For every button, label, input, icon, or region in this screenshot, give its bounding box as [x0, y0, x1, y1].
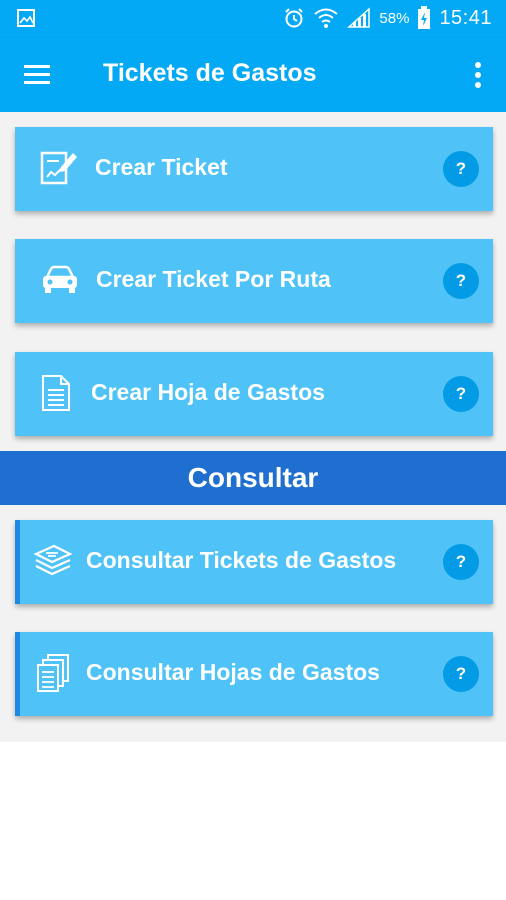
create-expense-sheet-label: Crear Hoja de Gastos [91, 379, 325, 405]
section-title: Consultar [187, 462, 319, 493]
stacked-documents-icon [37, 654, 69, 692]
create-route-ticket-label: Crear Ticket Por Ruta [96, 266, 331, 292]
section-header: Consultar [0, 451, 506, 505]
page-title: Tickets de Gastos [103, 59, 317, 87]
create-ticket-label: Crear Ticket [95, 154, 228, 180]
wifi-icon [314, 8, 339, 28]
query-expense-sheets-button[interactable]: Consultar Hojas de Gastos ? [15, 632, 493, 716]
help-button[interactable]: ? [443, 656, 479, 692]
app-bar: Tickets de Gastos [0, 38, 506, 112]
document-icon [42, 375, 70, 411]
hamburger-menu-icon[interactable] [22, 62, 54, 88]
help-button[interactable]: ? [443, 151, 479, 187]
help-button[interactable]: ? [443, 263, 479, 299]
create-route-ticket-button[interactable]: Crear Ticket Por Ruta ? [15, 239, 493, 323]
signal-icon [347, 7, 371, 28]
more-vertical-icon[interactable] [468, 58, 488, 92]
create-expense-sheet-button[interactable]: Crear Hoja de Gastos ? [15, 352, 493, 436]
stacked-tickets-icon [33, 544, 73, 576]
create-ticket-button[interactable]: Crear Ticket ? [15, 127, 493, 211]
help-button[interactable]: ? [443, 544, 479, 580]
gallery-icon [17, 9, 35, 27]
query-tickets-button[interactable]: Consultar Tickets de Gastos ? [15, 520, 493, 604]
car-icon [43, 265, 77, 293]
alarm-icon [285, 8, 304, 28]
edit-document-icon [40, 151, 77, 185]
status-bar: 58% 15:41 [0, 0, 506, 38]
query-expense-sheets-label: Consultar Hojas de Gastos [86, 659, 380, 685]
help-button[interactable]: ? [443, 376, 479, 412]
battery-percent: 58% [379, 9, 410, 27]
battery-charging-icon [418, 6, 431, 29]
query-tickets-label: Consultar Tickets de Gastos [86, 547, 397, 573]
status-time: 15:41 [439, 6, 492, 29]
